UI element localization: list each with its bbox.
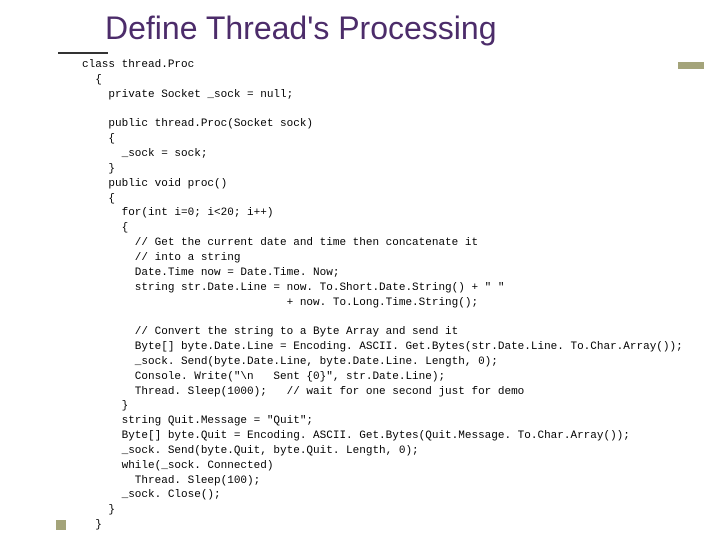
code-line: } [82, 504, 115, 516]
code-line: Byte[] byte.Quit = Encoding. ASCII. Get.… [82, 430, 630, 442]
code-line: Console. Write("\n Sent {0}", str.Date.L… [82, 371, 445, 383]
title-underline [58, 52, 108, 54]
code-line: public void proc() [82, 178, 227, 190]
code-line: _sock = sock; [82, 148, 207, 160]
code-line: Thread. Sleep(1000); // wait for one sec… [82, 386, 524, 398]
code-line: { [82, 193, 115, 205]
code-line: _sock. Send(byte.Date.Line, byte.Date.Li… [82, 356, 498, 368]
code-line: string str.Date.Line = now. To.Short.Dat… [82, 282, 504, 294]
code-line: public thread.Proc(Socket sock) [82, 118, 313, 130]
code-line: // into a string [82, 252, 240, 264]
code-line: while(_sock. Connected) [82, 460, 273, 472]
code-line: { [82, 133, 115, 145]
code-line: { [82, 74, 102, 86]
code-block: class thread.Proc { private Socket _sock… [82, 58, 702, 533]
code-line: for(int i=0; i<20; i++) [82, 207, 273, 219]
code-line: { [82, 222, 128, 234]
code-line: _sock. Close(); [82, 489, 221, 501]
code-line: } [82, 163, 115, 175]
code-line: + now. To.Long.Time.String(); [82, 297, 478, 309]
corner-square-icon [56, 520, 66, 530]
code-line: class thread.Proc [82, 59, 194, 71]
code-line: private Socket _sock = null; [82, 89, 293, 101]
code-line: } [82, 400, 128, 412]
code-line: Thread. Sleep(100); [82, 475, 260, 487]
code-line: string Quit.Message = "Quit"; [82, 415, 313, 427]
slide-title: Define Thread's Processing [105, 10, 497, 47]
code-line: Date.Time now = Date.Time. Now; [82, 267, 339, 279]
code-line: _sock. Send(byte.Quit, byte.Quit. Length… [82, 445, 419, 457]
code-line: } [82, 519, 102, 531]
code-line: Byte[] byte.Date.Line = Encoding. ASCII.… [82, 341, 683, 353]
code-line: // Get the current date and time then co… [82, 237, 478, 249]
code-line: // Convert the string to a Byte Array an… [82, 326, 458, 338]
